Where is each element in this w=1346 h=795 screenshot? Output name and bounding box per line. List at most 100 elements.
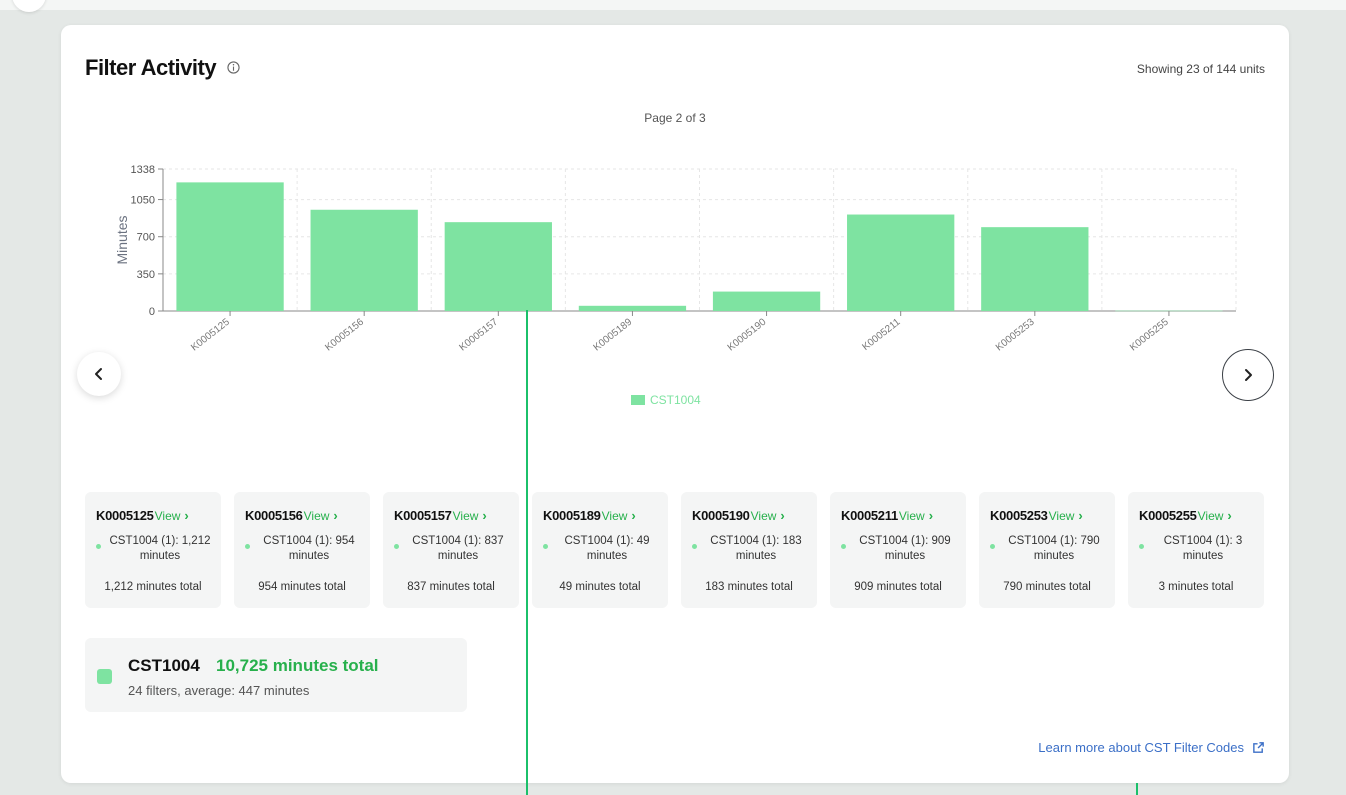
unit-id: K0005157 [394, 508, 452, 523]
unit-card: K0005156View › CST1004 (1): 954 minutes 954… [234, 492, 370, 608]
unit-id: K0005211 [841, 508, 898, 523]
chart-legend: CST1004 [631, 393, 701, 407]
unit-card: K0005255View › CST1004 (1): 3 minutes 3 min… [1128, 492, 1264, 608]
unit-total: 183 minutes total [705, 581, 793, 593]
next-page-button[interactable] [1222, 349, 1274, 401]
external-link-icon [1253, 742, 1264, 753]
chevron-right-icon[interactable]: › [929, 508, 933, 523]
unit-id: K0005189 [543, 508, 601, 523]
legend-swatch [631, 395, 645, 405]
unit-total: 954 minutes total [258, 581, 346, 593]
unit-header: K0005125View › [96, 508, 189, 523]
view-link[interactable]: View [751, 509, 777, 523]
unit-header: K0005211View › [841, 508, 933, 523]
series-dot-icon [841, 544, 846, 549]
unit-id: K0005190 [692, 508, 750, 523]
unit-total: 1,212 minutes total [104, 581, 202, 593]
x-tick-label: K0005125 [189, 316, 232, 353]
chevron-right-icon[interactable]: › [1078, 508, 1082, 523]
bar-k0005157 [444, 222, 552, 311]
summary-code: CST1004 [128, 656, 200, 675]
unit-card: K0005125View › CST1004 (1): 1,212 minutes 1… [85, 492, 221, 608]
unit-header: K0005255View › [1139, 508, 1232, 523]
guide-line-left [526, 310, 528, 795]
x-tick-label: K0005189 [592, 316, 635, 353]
series-dot-icon [1139, 544, 1144, 549]
y-tick-label: 1050 [131, 195, 155, 207]
y-tick-label: 1338 [131, 164, 155, 176]
view-link[interactable]: View [1198, 509, 1224, 523]
unit-detail: CST1004 (1): 1,212 minutes [109, 535, 211, 562]
unit-header: K0005253View › [990, 508, 1083, 523]
learn-more-link[interactable]: Learn more about CST Filter Codes [1038, 740, 1265, 755]
chevron-right-icon[interactable]: › [1227, 508, 1231, 523]
unit-card: K0005253View › CST1004 (1): 790 minutes 790… [979, 492, 1115, 608]
chevron-right-icon[interactable]: › [184, 508, 188, 523]
top-bar [0, 0, 1346, 12]
unit-header: K0005190View › [692, 508, 785, 523]
bar-k0005211 [847, 214, 955, 311]
summary-swatch [97, 669, 112, 684]
learn-more-label: Learn more about CST Filter Codes [1038, 740, 1244, 755]
unit-detail: CST1004 (1): 183 minutes [710, 535, 802, 562]
x-tick-label: K0005156 [323, 316, 366, 353]
chevron-left-icon [95, 368, 102, 380]
unit-total: 909 minutes total [854, 581, 942, 593]
unit-card: K0005190View › CST1004 (1): 183 minutes 183… [681, 492, 817, 608]
unit-total: 790 minutes total [1003, 581, 1091, 593]
chevron-right-icon[interactable]: › [482, 508, 486, 523]
unit-detail: CST1004 (1): 954 minutes [263, 535, 355, 562]
view-link[interactable]: View [602, 509, 628, 523]
unit-total: 49 minutes total [559, 581, 641, 593]
chevron-right-icon [1245, 369, 1252, 381]
unit-id: K0005156 [245, 508, 303, 523]
avatar[interactable] [12, 0, 46, 12]
view-link[interactable]: View [1049, 509, 1075, 523]
x-tick-label: K0005190 [726, 316, 769, 353]
bar-k0005190 [712, 291, 821, 311]
y-tick-label: 0 [149, 306, 155, 318]
legend-label: CST1004 [650, 393, 701, 407]
prev-page-button[interactable] [77, 352, 121, 396]
bar-k0005156 [310, 209, 418, 311]
code-summary: CST1004 10,725 minutes total 24 filters,… [85, 638, 467, 712]
series-dot-icon [394, 544, 399, 549]
y-tick-label: 700 [137, 232, 155, 244]
summary-total: 10,725 minutes total [216, 656, 379, 675]
unit-cards: K0005125View › CST1004 (1): 1,212 minutes 1… [85, 492, 1264, 608]
unit-header: K0005157View › [394, 508, 487, 523]
unit-detail: CST1004 (1): 49 minutes [564, 535, 650, 562]
unit-detail: CST1004 (1): 909 minutes [859, 535, 951, 562]
unit-card: K0005189View › CST1004 (1): 49 minutes 49 m… [532, 492, 668, 608]
unit-header: K0005189View › [543, 508, 636, 523]
chevron-right-icon[interactable]: › [780, 508, 784, 523]
y-axis-label: Minutes [114, 215, 130, 264]
guide-line-right [1136, 783, 1138, 795]
view-link[interactable]: View [304, 509, 330, 523]
series-dot-icon [96, 544, 101, 549]
series-dot-icon [245, 544, 250, 549]
unit-detail: CST1004 (1): 790 minutes [1008, 535, 1100, 562]
unit-total: 837 minutes total [407, 581, 495, 593]
view-link[interactable]: View [155, 509, 181, 523]
x-tick-label: K0005255 [1128, 316, 1171, 353]
y-tick-label: 350 [137, 269, 155, 281]
unit-id: K0005255 [1139, 508, 1197, 523]
series-dot-icon [990, 544, 995, 549]
view-link[interactable]: View [453, 509, 479, 523]
view-link[interactable]: View [899, 509, 925, 523]
unit-detail: CST1004 (1): 837 minutes [412, 535, 504, 562]
bar-k0005189 [578, 305, 687, 311]
unit-id: K0005253 [990, 508, 1048, 523]
summary-subtitle: 24 filters, average: 447 minutes [128, 683, 310, 698]
unit-id: K0005125 [96, 508, 154, 523]
chevron-right-icon[interactable]: › [631, 508, 635, 523]
x-tick-label: K0005157 [457, 316, 500, 353]
chevron-right-icon[interactable]: › [333, 508, 337, 523]
x-tick-label: K0005253 [994, 316, 1037, 353]
unit-card: K0005157View › CST1004 (1): 837 minutes 837… [383, 492, 519, 608]
bar-k0005253 [981, 227, 1089, 311]
unit-card: K0005211View › CST1004 (1): 909 minutes 909… [830, 492, 966, 608]
series-dot-icon [543, 544, 548, 549]
unit-header: K0005156View › [245, 508, 338, 523]
